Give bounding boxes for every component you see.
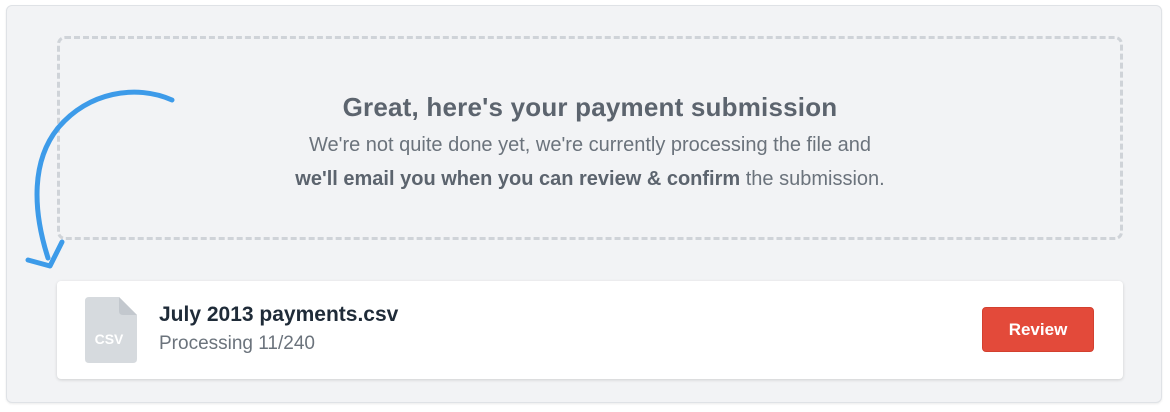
review-button[interactable]: Review [982,307,1094,352]
email-notice-bold: we'll email you when you can review & co… [295,168,741,190]
processing-message: We're not quite done yet, we're currentl… [308,134,872,156]
file-name: July 2013 payments.csv [159,303,399,326]
submission-title: Great, here's your payment submission [342,92,838,122]
file-list-item: CSV July 2013 payments.csv Processing 11… [57,281,1123,379]
email-notice-rest: the submission. [740,168,885,190]
upload-dropzone[interactable]: Great, here's your payment submission We… [57,36,1123,240]
csv-file-icon: CSV [85,297,137,363]
curved-arrow-icon [25,89,175,269]
file-processing-status: Processing 11/240 [159,333,315,354]
csv-file-icon-label: CSV [95,331,124,347]
email-notice: we'll email you when you can review & co… [60,168,1120,191]
